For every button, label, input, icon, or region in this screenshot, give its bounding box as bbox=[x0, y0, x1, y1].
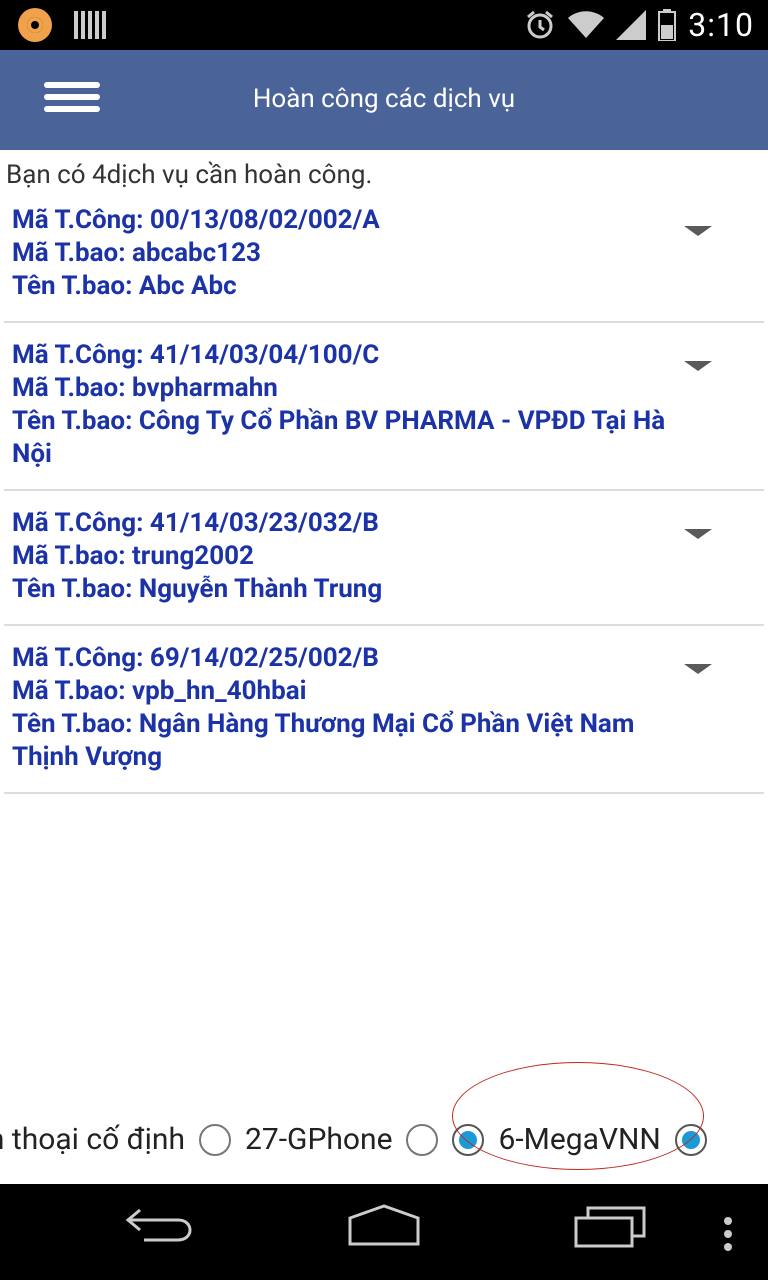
ma-tbao-text: Mã T.bao: bvpharmahn bbox=[12, 373, 278, 403]
signal-icon bbox=[616, 10, 647, 40]
recent-apps-icon[interactable] bbox=[574, 1204, 646, 1252]
ten-tbao-text: Tên T.bao: Công Ty Cổ Phần BV PHARMA - V… bbox=[12, 406, 666, 469]
radio-label: ện thoại cố định bbox=[0, 1122, 185, 1157]
chevron-down-icon[interactable] bbox=[684, 529, 712, 539]
list-item[interactable]: Mã T.Công: 69/14/02/25/002/B Mã T.bao: v… bbox=[4, 626, 764, 794]
ten-tbao-text: Tên T.bao: Abc Abc bbox=[12, 271, 237, 301]
battery-icon bbox=[658, 9, 677, 41]
list-item[interactable]: Mã T.Công: 41/14/03/04/100/C Mã T.bao: b… bbox=[4, 323, 764, 491]
radio-fixed-phone[interactable]: ện thoại cố định bbox=[0, 1122, 245, 1157]
ma-tcong-text: Mã T.Công: 41/14/03/04/100/C bbox=[12, 340, 380, 370]
clock-text: 3:10 bbox=[688, 6, 754, 44]
radio-label: 6-MegaVNN bbox=[498, 1122, 661, 1157]
list-item[interactable]: Mã T.Công: 41/14/03/23/032/B Mã T.bao: t… bbox=[4, 491, 764, 626]
ma-tcong-text: Mã T.Công: 41/14/03/23/032/B bbox=[12, 508, 379, 538]
chevron-down-icon[interactable] bbox=[684, 226, 712, 236]
chevron-down-icon[interactable] bbox=[684, 361, 712, 371]
ma-tcong-text: Mã T.Công: 00/13/08/02/002/A bbox=[12, 205, 380, 235]
radio-label: 27-GPhone bbox=[245, 1122, 393, 1157]
chevron-down-icon[interactable] bbox=[684, 664, 712, 674]
barcode-icon bbox=[74, 11, 106, 39]
overflow-menu-icon[interactable] bbox=[722, 1216, 734, 1260]
page-title: Hoàn công các dịch vụ bbox=[252, 84, 516, 114]
radio-button-selected[interactable] bbox=[452, 1123, 485, 1156]
app-notification-icon bbox=[18, 8, 52, 42]
wifi-icon bbox=[568, 10, 605, 40]
alarm-icon bbox=[524, 9, 556, 41]
status-bar: 3:10 bbox=[0, 0, 768, 50]
service-type-radio-group[interactable]: ện thoại cố định 27-GPhone 6-MegaVNN bbox=[0, 1100, 768, 1180]
radio-button[interactable] bbox=[406, 1123, 439, 1156]
app-bar: Hoàn công các dịch vụ bbox=[0, 50, 768, 150]
ten-tbao-text: Tên T.bao: Nguyễn Thành Trung bbox=[12, 574, 383, 604]
radio-megavnn[interactable]: 6-MegaVNN bbox=[452, 1122, 720, 1157]
radio-gphone[interactable]: 27-GPhone bbox=[245, 1122, 452, 1157]
navigation-bar bbox=[0, 1184, 768, 1280]
radio-button[interactable] bbox=[674, 1123, 707, 1156]
radio-button[interactable] bbox=[199, 1123, 231, 1156]
ma-tbao-text: Mã T.bao: trung2002 bbox=[12, 541, 254, 571]
ten-tbao-text: Tên T.bao: Ngân Hàng Thương Mại Cổ Phần … bbox=[12, 709, 635, 772]
ma-tbao-text: Mã T.bao: vpb_hn_40hbai bbox=[12, 676, 307, 706]
service-list: Mã T.Công: 00/13/08/02/002/A Mã T.bao: a… bbox=[4, 196, 764, 794]
intro-text: Bạn có 4dịch vụ cần hoàn công. bbox=[6, 160, 373, 190]
list-item[interactable]: Mã T.Công: 00/13/08/02/002/A Mã T.bao: a… bbox=[4, 196, 764, 323]
ma-tcong-text: Mã T.Công: 69/14/02/25/002/B bbox=[12, 643, 379, 673]
back-icon[interactable] bbox=[124, 1204, 196, 1248]
ma-tbao-text: Mã T.bao: abcabc123 bbox=[12, 238, 261, 268]
home-icon[interactable] bbox=[346, 1204, 422, 1252]
